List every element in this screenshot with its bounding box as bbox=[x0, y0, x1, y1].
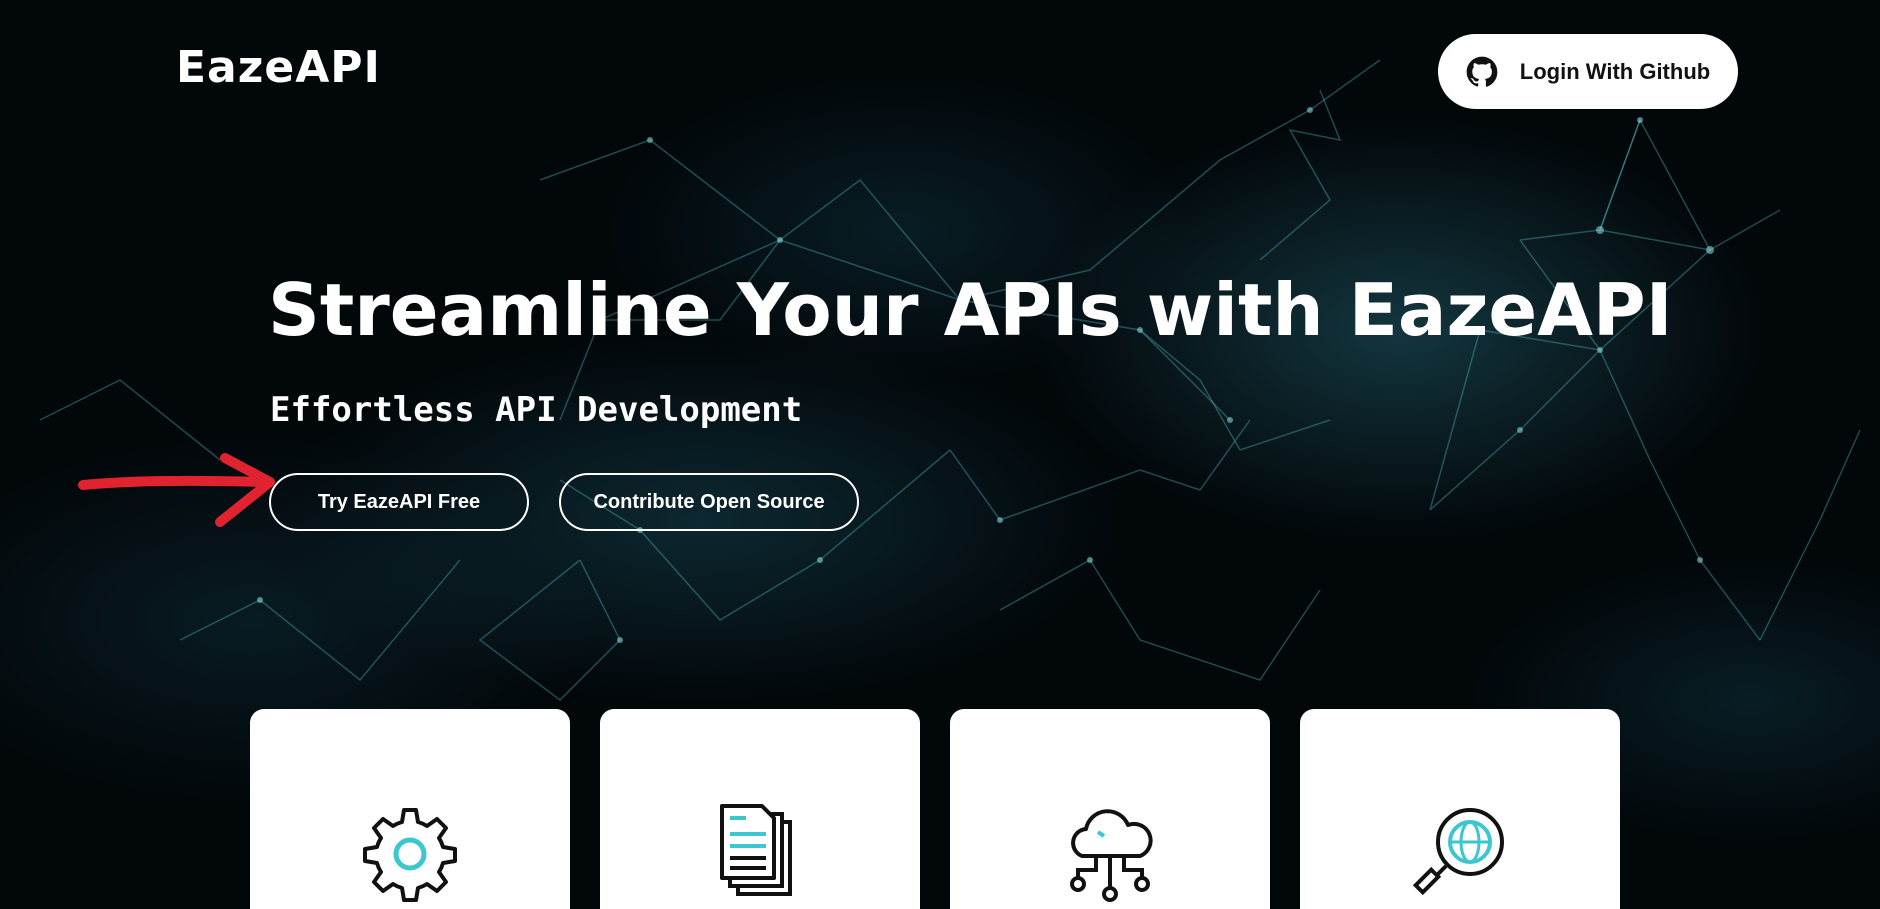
logo[interactable]: EazeAPI bbox=[176, 42, 381, 93]
feature-card-cloud[interactable] bbox=[950, 709, 1270, 909]
feature-card-gear[interactable] bbox=[250, 709, 570, 909]
red-arrow-icon bbox=[78, 453, 275, 527]
try-free-button[interactable]: Try EazeAPI Free bbox=[269, 473, 529, 531]
landing-page: EazeAPI Login With Github Streamline You… bbox=[0, 0, 1880, 909]
contribute-open-source-button[interactable]: Contribute Open Source bbox=[559, 473, 859, 531]
github-icon bbox=[1466, 56, 1498, 87]
feature-cards bbox=[250, 709, 1620, 909]
cloud-network-icon bbox=[1070, 809, 1153, 902]
feature-card-globe-search[interactable] bbox=[1300, 709, 1620, 909]
globe-search-icon bbox=[1412, 808, 1504, 896]
login-button-label: Login With Github bbox=[1519, 58, 1711, 84]
hero-subtitle: Effortless API Development bbox=[270, 390, 803, 430]
hero-title: Streamline Your APIs with EazeAPI bbox=[268, 268, 1673, 352]
login-with-github-button[interactable]: Login With Github bbox=[1438, 34, 1738, 109]
feature-card-documents[interactable] bbox=[600, 709, 920, 909]
gear-icon bbox=[363, 808, 457, 902]
documents-icon bbox=[720, 804, 792, 896]
